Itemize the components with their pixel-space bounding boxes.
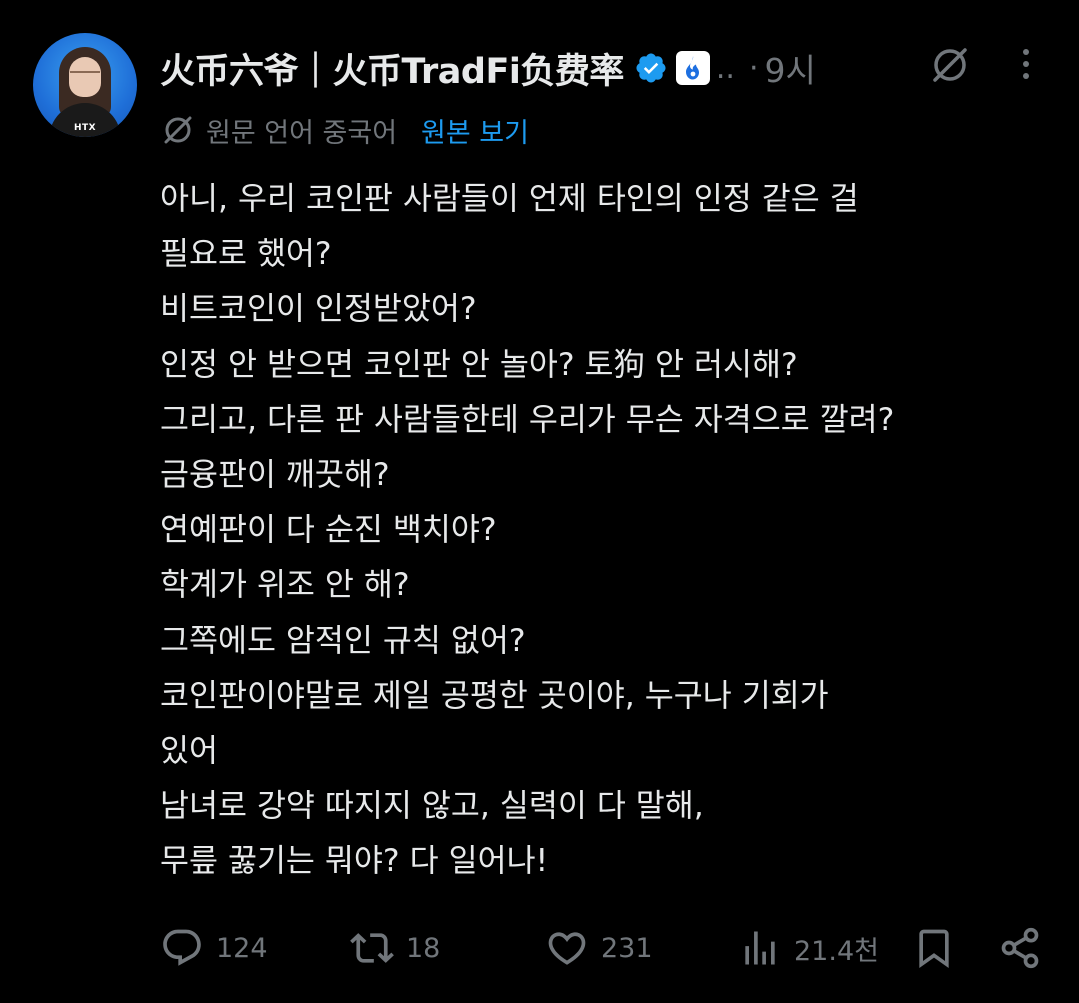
share-button[interactable] (998, 918, 1042, 978)
avatar-glasses (70, 71, 100, 81)
tweet-body-line: 아니, 우리 코인판 사람들이 언제 타인의 인정 같은 걸 (160, 181, 859, 217)
tweet-body-line: 인정 안 받으면 코인판 안 놀아? 토狗 안 러시해? (160, 346, 798, 383)
avatar[interactable]: HTX (33, 33, 137, 137)
post-time[interactable]: 9시 (765, 44, 816, 92)
tweet-body-line: 필요로 했어? (160, 236, 332, 273)
views-button[interactable]: 21.4천 (738, 918, 879, 978)
verified-badge-icon[interactable] (634, 51, 668, 85)
tweet-body-line: 연예판이 다 순진 백치야? (160, 512, 497, 549)
heart-icon (548, 932, 586, 965)
author-display-name[interactable]: 火币六爷｜火币TradFi负费率 (160, 43, 624, 94)
translate-icon (164, 116, 192, 144)
htx-flame-icon (685, 56, 699, 80)
show-original-link[interactable]: 원본 보기 (421, 111, 529, 150)
analytics-icon (745, 931, 775, 965)
tweet-body-line: 무릎 꿇기는 뭐야? 다 일어나! (160, 843, 549, 880)
retweet-count: 18 (406, 932, 441, 964)
name-truncation: .. (715, 50, 735, 86)
bookmark-icon (919, 929, 949, 969)
tweet-body-line: 남녀로 강약 따지지 않고, 실력이 다 말해, (160, 788, 704, 825)
tweet-body-line: 금융판이 깨끗해? (160, 457, 390, 494)
like-count: 231 (601, 932, 653, 964)
share-icon (1001, 927, 1039, 969)
tweet-body-line: 비트코인이 인정받았어? (160, 291, 477, 328)
reply-button[interactable]: 124 (160, 918, 268, 978)
tweet-header: 火币六爷｜火币TradFi负费率 .. · 9시 (160, 40, 816, 96)
like-button[interactable]: 231 (545, 918, 653, 978)
retweet-button[interactable]: 18 (350, 918, 440, 978)
bookmark-button[interactable] (912, 918, 956, 978)
tweet-body-line: 그쪽에도 암적인 규칙 없어? (160, 622, 526, 659)
reply-count: 124 (216, 932, 268, 964)
retweet-icon (350, 933, 394, 963)
avatar-brand-logo: HTX (73, 123, 97, 133)
translation-source-label: 원문 언어 중국어 (206, 117, 398, 149)
tweet: HTX 火币六爷｜火币TradFi负费率 .. · 9시 원문 언어 중국어 원… (0, 0, 1079, 1003)
grok-icon[interactable] (927, 42, 973, 88)
translation-bar: 원문 언어 중국어 원본 보기 (160, 110, 529, 150)
action-bar: 124 18 231 21.4천 (0, 918, 1079, 978)
tweet-body-line: 있어 (160, 733, 218, 770)
tweet-body-line: 그리고, 다른 판 사람들한테 우리가 무슨 자격으로 깔려? (160, 401, 895, 438)
tweet-body-line: 코인판이야말로 제일 공평한 곳이야, 누구나 기회가 (160, 677, 829, 714)
view-count: 21.4천 (794, 935, 879, 967)
tweet-body: 아니, 우리 코인판 사람들이 언제 타인의 인정 같은 걸필요로 했어? 비트코… (160, 172, 1060, 890)
more-vertical-icon[interactable] (1012, 44, 1040, 84)
affiliation-badge[interactable] (675, 51, 710, 85)
reply-icon (163, 929, 201, 966)
tweet-body-line: 학계가 위조 안 해? (160, 567, 410, 604)
time-separator: · (748, 50, 759, 86)
